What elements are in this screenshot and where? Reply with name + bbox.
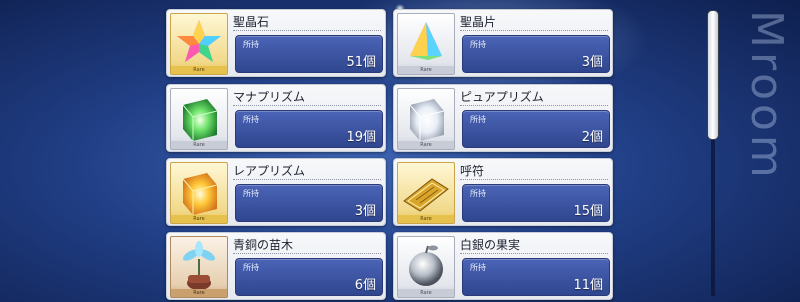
owned-count-box: 所持 15個: [462, 184, 610, 222]
item-card-summon-ticket[interactable]: Rare 呼符 所持 15個: [393, 158, 613, 226]
item-thumbnail: Rare: [170, 162, 228, 224]
item-name: レアプリズム: [233, 164, 306, 178]
divider: [460, 253, 608, 254]
owned-label: 所持: [470, 263, 486, 272]
item-card-bronze-sapling[interactable]: Rare 青銅の苗木 所持 6個: [166, 232, 386, 300]
owned-label: 所持: [470, 189, 486, 198]
mana-prism-icon: [182, 99, 218, 141]
owned-count: 6個: [354, 278, 376, 293]
divider: [233, 105, 381, 106]
item-thumbnail: Rare: [397, 13, 455, 75]
rarity-label: Rare: [171, 66, 227, 74]
item-card-pure-prism[interactable]: Rare ピュアプリズム 所持 2個: [393, 84, 613, 152]
owned-count-box: 所持 6個: [235, 258, 383, 296]
rarity-label: Rare: [398, 141, 454, 149]
item-card-quartz-fragment[interactable]: Rare 聖晶片 所持 3個: [393, 9, 613, 77]
rarity-label: Rare: [398, 215, 454, 223]
divider: [460, 105, 608, 106]
item-card-rare-prism[interactable]: Rare レアプリズム 所持 3個: [166, 158, 386, 226]
owned-count: 3個: [354, 204, 376, 219]
owned-label: 所持: [243, 263, 259, 272]
divider: [460, 179, 608, 180]
item-thumbnail: Rare: [397, 162, 455, 224]
rarity-label: Rare: [398, 289, 454, 297]
owned-count-box: 所持 3個: [462, 35, 610, 73]
item-card-saint-quartz[interactable]: Rare 聖晶石 所持 51個: [166, 9, 386, 77]
silver-apple-icon: [409, 245, 443, 286]
owned-count: 2個: [581, 130, 603, 145]
item-thumbnail: Rare: [397, 236, 455, 298]
owned-label: 所持: [470, 40, 486, 49]
background-watermark: Mroom: [741, 10, 792, 182]
owned-count-box: 所持 19個: [235, 110, 383, 148]
bronze-sapling-icon: [182, 241, 216, 290]
owned-count: 19個: [346, 130, 376, 145]
owned-label: 所持: [243, 189, 259, 198]
rarity-label: Rare: [398, 66, 454, 74]
owned-count: 11個: [573, 278, 603, 293]
owned-count-box: 所持 2個: [462, 110, 610, 148]
item-name: 呼符: [460, 164, 485, 178]
divider: [460, 30, 608, 31]
rarity-label: Rare: [171, 141, 227, 149]
owned-count: 15個: [573, 204, 603, 219]
list-scrollbar[interactable]: [706, 10, 720, 296]
divider: [233, 30, 381, 31]
owned-count: 51個: [346, 55, 376, 70]
rarity-label: Rare: [171, 215, 227, 223]
owned-label: 所持: [470, 115, 486, 124]
owned-count-box: 所持 11個: [462, 258, 610, 296]
item-name: マナプリズム: [233, 90, 306, 104]
owned-label: 所持: [243, 40, 259, 49]
item-name: ピュアプリズム: [460, 90, 544, 104]
quartz-fragment-icon: [410, 22, 442, 60]
item-thumbnail: Rare: [397, 88, 455, 150]
item-name: 白銀の果実: [460, 238, 521, 252]
owned-count: 3個: [581, 55, 603, 70]
item-name: 聖晶石: [233, 15, 270, 29]
item-name: 青銅の苗木: [233, 238, 294, 252]
rare-prism-icon: [182, 173, 218, 215]
item-name: 聖晶片: [460, 15, 497, 29]
owned-count-box: 所持 3個: [235, 184, 383, 222]
rarity-label: Rare: [171, 289, 227, 297]
item-thumbnail: Rare: [170, 13, 228, 75]
divider: [233, 179, 381, 180]
owned-count-box: 所持 51個: [235, 35, 383, 73]
owned-label: 所持: [243, 115, 259, 124]
scrollbar-thumb[interactable]: [707, 10, 719, 140]
summon-ticket-icon: [403, 178, 449, 212]
saint-quartz-icon: [177, 20, 221, 62]
item-card-mana-prism[interactable]: Rare マナプリズム 所持 19個: [166, 84, 386, 152]
item-thumbnail: Rare: [170, 236, 228, 298]
item-thumbnail: Rare: [170, 88, 228, 150]
item-card-silver-apple[interactable]: Rare 白銀の果実 所持 11個: [393, 232, 613, 300]
pure-prism-icon: [409, 99, 445, 141]
divider: [233, 253, 381, 254]
